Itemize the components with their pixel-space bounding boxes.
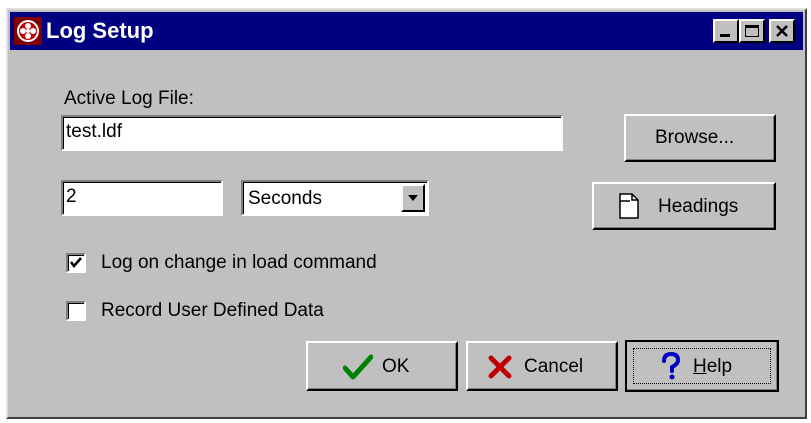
red-x-icon [488,355,512,379]
browse-button[interactable]: Browse... [624,114,776,162]
cancel-label: Cancel [524,356,584,377]
help-button[interactable]: Help [625,340,779,392]
log-on-change-label[interactable]: Log on change in load command [101,252,377,274]
close-button[interactable] [769,19,795,43]
document-icon [619,193,639,219]
record-user-data-checkbox[interactable] [66,301,86,321]
interval-unit-select[interactable]: Seconds [241,180,429,216]
cancel-button[interactable]: Cancel [466,341,618,391]
browse-label: Browse... [655,127,735,148]
headings-button[interactable]: Headings [592,182,776,230]
log-file-input[interactable] [66,120,556,144]
record-user-data-label[interactable]: Record User Defined Data [101,300,324,322]
ok-label: OK [382,356,410,377]
window-title: Log Setup [46,18,154,43]
chevron-down-icon [408,195,418,201]
headings-label: Headings [658,196,739,217]
log-file-label: Active Log File: [64,88,194,109]
minimize-button[interactable] [713,19,739,43]
help-label: Help [693,356,733,377]
close-icon [776,25,788,37]
checkmark-icon [70,257,82,268]
title-bar[interactable]: Log Setup [10,12,803,50]
maximize-button[interactable] [739,19,765,43]
dropdown-button[interactable] [401,184,425,212]
green-checkmark-icon [343,354,373,380]
app-icon [14,17,42,45]
interval-unit-value: Seconds [248,188,322,209]
ok-button[interactable]: OK [306,341,458,391]
log-file-field[interactable] [61,115,563,151]
interval-input[interactable] [66,185,216,209]
maximize-icon [745,25,759,37]
log-setup-dialog: Log Setup Active Log File: Browse... [6,8,807,419]
log-on-change-checkbox[interactable] [66,253,86,273]
interval-field[interactable] [61,180,223,216]
minimize-icon [720,34,730,37]
help-icon [662,352,681,380]
